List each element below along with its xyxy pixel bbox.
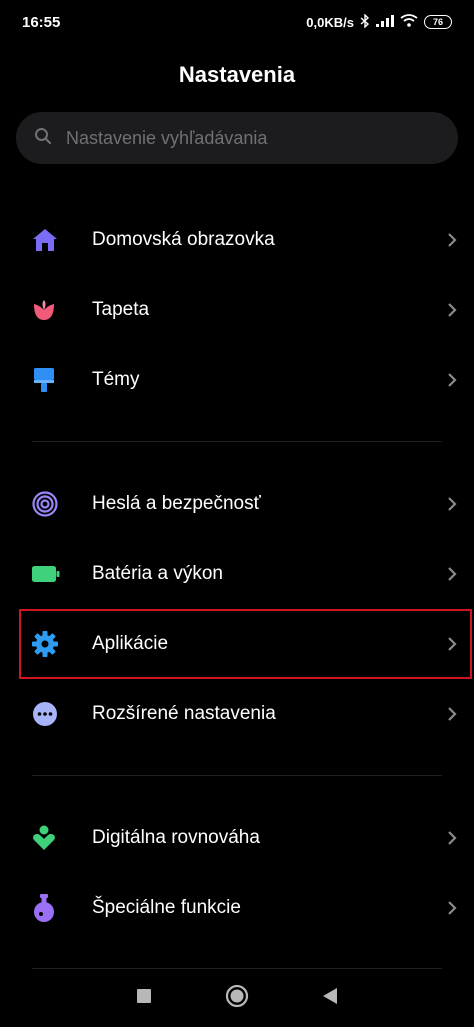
settings-item-special-features[interactable]: Špeciálne funkcie <box>20 874 472 942</box>
back-button[interactable] <box>322 987 338 1010</box>
home-icon <box>20 228 70 252</box>
settings-item-passwords-security[interactable]: Heslá a bezpečnosť <box>20 470 472 538</box>
search-input[interactable] <box>66 127 426 149</box>
settings-item-label: Témy <box>92 369 140 390</box>
network-speed: 0,0KB/s <box>306 14 354 30</box>
settings-item-digital-wellbeing[interactable]: Digitálna rovnováha <box>20 804 472 872</box>
settings-item-home-screen[interactable]: Domovská obrazovka <box>20 206 472 274</box>
chevron-right-icon <box>432 302 472 318</box>
settings-item-additional-settings[interactable]: Rozšírené nastavenia <box>20 680 472 748</box>
settings-item-label: Digitálna rovnováha <box>92 827 260 848</box>
more-dots-icon <box>20 701 70 727</box>
signal-icon <box>376 14 394 30</box>
page-title: Nastavenia <box>178 62 296 87</box>
chevron-right-icon <box>432 372 472 388</box>
chevron-right-icon <box>432 566 472 582</box>
recents-button[interactable] <box>136 988 152 1009</box>
battery-indicator: 76 <box>424 15 452 29</box>
chevron-right-icon <box>432 496 472 512</box>
section-divider <box>32 775 442 776</box>
brush-icon <box>20 367 70 393</box>
bluetooth-icon <box>360 12 370 31</box>
status-time: 16:55 <box>22 13 61 31</box>
flask-icon <box>20 894 70 922</box>
chevron-right-icon <box>432 900 472 916</box>
section-divider <box>32 441 442 442</box>
settings-item-label: Rozšírené nastavenia <box>92 703 276 724</box>
chevron-right-icon <box>432 830 472 846</box>
flower-icon <box>20 298 70 322</box>
battery-icon <box>20 565 70 583</box>
wifi-icon <box>400 14 418 30</box>
fingerprint-icon <box>20 491 70 517</box>
search-icon <box>34 127 52 150</box>
settings-item-battery-performance[interactable]: Batéria a výkon <box>20 540 472 608</box>
settings-item-label: Domovská obrazovka <box>92 229 275 250</box>
status-icons: 0,0KB/s 76 <box>306 12 452 31</box>
search-bar[interactable] <box>16 112 458 164</box>
settings-item-themes[interactable]: Témy <box>20 346 472 414</box>
wellbeing-icon <box>20 825 70 851</box>
highlight-box <box>19 609 472 679</box>
settings-item-label: Tapeta <box>92 299 150 320</box>
settings-item-label: Špeciálne funkcie <box>92 897 241 918</box>
chevron-right-icon <box>432 232 472 248</box>
home-button[interactable] <box>225 984 249 1013</box>
settings-item-label: Heslá a bezpečnosť <box>92 493 261 514</box>
chevron-right-icon <box>432 706 472 722</box>
navigation-bar <box>0 969 474 1027</box>
settings-item-wallpaper[interactable]: Tapeta <box>20 276 472 344</box>
status-bar: 16:55 0,0KB/s 76 <box>0 0 474 44</box>
settings-item-label: Batéria a výkon <box>92 563 223 584</box>
